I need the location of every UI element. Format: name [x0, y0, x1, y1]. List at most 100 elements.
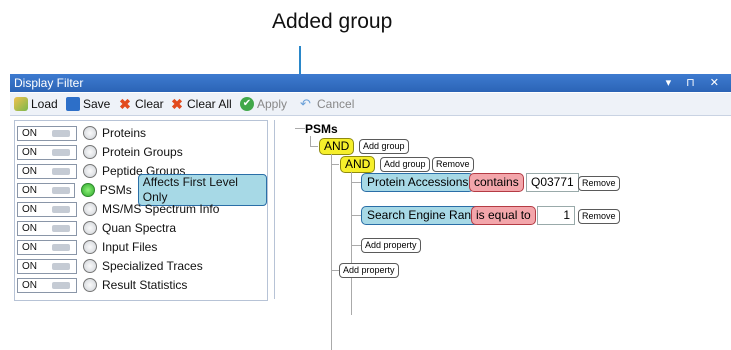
cancel-button[interactable]: ↶ Cancel: [300, 96, 355, 112]
level-toggle[interactable]: ON: [17, 144, 77, 160]
tree-guide: [331, 164, 339, 165]
toggle-label: ON: [22, 279, 37, 291]
tree-guide: [295, 128, 305, 129]
clear-all-label: Clear All: [187, 97, 232, 111]
toggle-label: ON: [22, 260, 37, 272]
level-row-msms-spectrum-info[interactable]: ON MS/MS Spectrum Info: [17, 200, 219, 218]
toggle-knob: [52, 186, 70, 194]
level-toggle[interactable]: ON: [17, 163, 77, 179]
level-row-specialized-traces[interactable]: ON Specialized Traces: [17, 257, 203, 275]
toggle-label: ON: [22, 203, 37, 215]
level-label: MS/MS Spectrum Info: [102, 202, 220, 216]
toggle-knob: [52, 167, 70, 175]
level-label: Result Statistics: [102, 278, 188, 292]
load-button[interactable]: Load: [14, 97, 58, 111]
level-radio-icon[interactable]: [83, 221, 97, 235]
toolbar: Load Save ✖ Clear ✖ Clear All ✔ Apply ↶ …: [10, 93, 731, 116]
condition-operator[interactable]: contains: [469, 173, 524, 192]
level-radio-icon[interactable]: [83, 278, 97, 292]
window-title: Display Filter: [14, 76, 84, 90]
save-button[interactable]: Save: [66, 97, 110, 111]
remove-condition-button[interactable]: Remove: [578, 209, 620, 224]
level-toggle[interactable]: ON: [17, 125, 77, 141]
level-radio-icon[interactable]: [83, 240, 97, 254]
clear-all-button[interactable]: ✖ Clear All: [170, 97, 232, 111]
level-toggle[interactable]: ON: [17, 201, 77, 217]
level-radio-icon[interactable]: [83, 145, 97, 159]
toggle-knob: [52, 148, 70, 156]
display-filter-window: Display Filter ▾ ⊓ ✕ Load Save ✖ Clear ✖…: [10, 74, 731, 350]
and-subgroup-operator[interactable]: AND: [340, 156, 376, 173]
annotation-callout: Added group: [272, 10, 393, 33]
save-label: Save: [83, 97, 111, 111]
window-controls[interactable]: ▾ ⊓ ✕: [666, 76, 725, 89]
load-label: Load: [31, 97, 58, 111]
tree-guide: [351, 215, 361, 216]
level-row-psms[interactable]: ON PSMs Affects First Level Only: [17, 174, 267, 206]
remove-condition-button[interactable]: Remove: [578, 176, 620, 191]
toggle-knob: [52, 243, 70, 251]
level-toggle[interactable]: ON: [17, 258, 77, 274]
level-radio-icon[interactable]: [83, 164, 97, 178]
toggle-label: ON: [22, 146, 37, 158]
filter-tree-panel: PSMs AND Add group AND Add group Remove …: [274, 120, 731, 350]
level-label: Specialized Traces: [102, 259, 203, 273]
level-label: Protein Groups: [102, 145, 183, 159]
tree-guide: [351, 172, 352, 315]
level-row-result-statistics[interactable]: ON Result Statistics: [17, 276, 187, 294]
toggle-knob: [52, 129, 70, 137]
tree-guide: [310, 146, 318, 147]
condition-property[interactable]: Protein Accessions: [361, 173, 475, 192]
level-radio-icon[interactable]: [83, 202, 97, 216]
level-toggle[interactable]: ON: [17, 239, 77, 255]
filter-root-label: PSMs: [305, 122, 338, 136]
toggle-label: ON: [22, 127, 37, 139]
level-label: Input Files: [102, 240, 158, 254]
level-label: PSMs: [99, 183, 132, 197]
condition-property[interactable]: Search Engine Rank: [361, 206, 484, 225]
toggle-knob: [52, 262, 70, 270]
remove-group-button[interactable]: Remove: [432, 157, 474, 172]
level-toggle[interactable]: ON: [17, 220, 77, 236]
level-toggle[interactable]: ON: [17, 182, 76, 198]
toggle-knob: [52, 205, 70, 213]
clear-button[interactable]: ✖ Clear: [118, 97, 164, 111]
apply-label: Apply: [257, 97, 288, 111]
window-titlebar: Display Filter ▾ ⊓ ✕: [10, 74, 731, 92]
cancel-label: Cancel: [317, 97, 355, 111]
level-row-proteins[interactable]: ON Proteins: [17, 124, 146, 142]
condition-operator[interactable]: is equal to: [471, 206, 536, 225]
load-icon: [14, 97, 28, 111]
toggle-knob: [52, 281, 70, 289]
add-group-subgroup-button[interactable]: Add group: [380, 157, 430, 172]
clear-label: Clear: [135, 97, 164, 111]
level-toggle[interactable]: ON: [17, 277, 77, 293]
add-property-inner-button[interactable]: Add property: [361, 238, 421, 253]
clear-icon: ✖: [119, 96, 131, 112]
cancel-icon: ↶: [300, 96, 311, 111]
condition-value[interactable]: 1: [537, 206, 575, 225]
toggle-knob: [52, 224, 70, 232]
toggle-label: ON: [22, 222, 37, 234]
add-property-outer-button[interactable]: Add property: [339, 263, 399, 278]
and-group-operator[interactable]: AND: [319, 138, 355, 155]
level-radio-icon[interactable]: [83, 259, 97, 273]
level-label: Proteins: [102, 126, 147, 140]
level-radio-icon[interactable]: [83, 126, 97, 140]
tree-guide: [351, 182, 361, 183]
tree-guide: [351, 245, 361, 246]
level-row-protein-groups[interactable]: ON Protein Groups: [17, 143, 183, 161]
clear-all-icon: ✖: [171, 96, 183, 112]
level-row-quan-spectra[interactable]: ON Quan Spectra: [17, 219, 176, 237]
toggle-label: ON: [22, 241, 37, 253]
tree-guide: [331, 154, 332, 350]
add-group-button[interactable]: Add group: [359, 139, 409, 154]
toggle-label: ON: [22, 165, 37, 177]
condition-value[interactable]: Q03771: [526, 173, 579, 192]
tree-guide: [331, 270, 339, 271]
apply-button[interactable]: ✔ Apply: [240, 97, 287, 111]
level-radio-icon[interactable]: [81, 183, 95, 197]
level-list: ON Proteins ON Protein Groups ON Peptide…: [14, 120, 268, 301]
level-row-input-files[interactable]: ON Input Files: [17, 238, 157, 256]
save-icon: [66, 97, 80, 111]
